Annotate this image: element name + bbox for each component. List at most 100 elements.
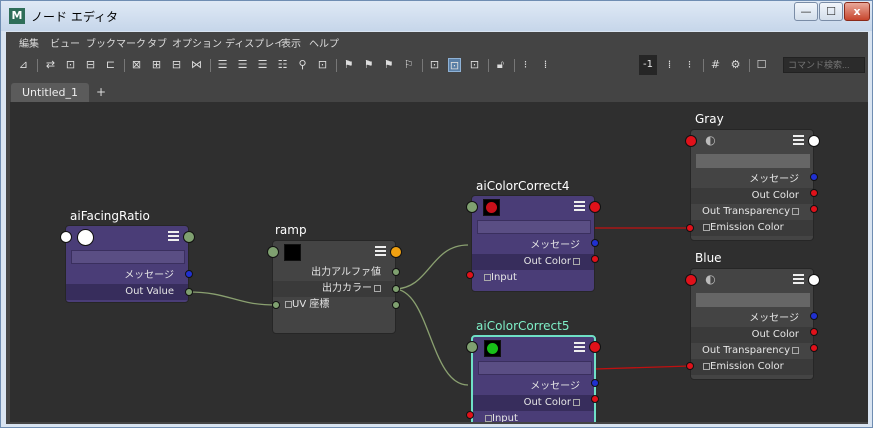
attr-row[interactable]: Emission Color	[691, 359, 813, 375]
attr-row[interactable]: Emission Color	[691, 220, 813, 236]
custom-mode-icon[interactable]: ☷	[276, 58, 289, 72]
node-aiColorCorrect4[interactable]: メッセージ Out Color Input	[471, 195, 595, 292]
attr-row[interactable]: Out Color	[473, 395, 594, 411]
menu-icon[interactable]	[375, 246, 386, 256]
port-out-color[interactable]	[392, 285, 400, 293]
search-icon[interactable]: ⚲	[296, 58, 309, 72]
minimize-button[interactable]: —	[794, 2, 818, 21]
port-input[interactable]	[466, 271, 474, 279]
node-name-field[interactable]	[696, 154, 810, 168]
port-out-alpha[interactable]	[392, 268, 400, 276]
port-in[interactable]	[466, 201, 478, 213]
simple-mode-icon[interactable]: ☰	[216, 58, 229, 72]
menu-view[interactable]: ビュー	[50, 35, 80, 50]
port-in[interactable]	[267, 246, 279, 258]
layout-icon[interactable]: ⋈	[190, 58, 203, 72]
attr-row[interactable]: Out Color	[691, 188, 813, 204]
attr-row[interactable]: 出力アルファ値	[273, 265, 395, 281]
input-output-icon[interactable]: ⇄	[44, 58, 57, 72]
port-message[interactable]	[591, 239, 599, 247]
port-out[interactable]	[390, 246, 402, 258]
command-search-input[interactable]	[783, 57, 865, 73]
node-Gray[interactable]: ◐ メッセージ Out Color Out Transparency Emiss…	[690, 129, 814, 241]
swatch-active-icon[interactable]: ⊡	[448, 58, 461, 72]
attr-row[interactable]: メッセージ	[66, 268, 188, 284]
port-message[interactable]	[591, 379, 599, 387]
node-name-field[interactable]	[478, 361, 592, 375]
menu-display[interactable]: ディスプレイ	[225, 35, 284, 50]
menu-help[interactable]: ヘルプ	[309, 35, 339, 50]
grid-dots-icon[interactable]: ⁞	[539, 58, 552, 72]
menu-icon[interactable]	[574, 201, 585, 211]
port-uv-in[interactable]	[272, 301, 280, 309]
grid-snap-icon[interactable]: ⁝	[519, 58, 532, 72]
attribute-filter-icon[interactable]: ⚙	[729, 58, 742, 72]
expand-icon[interactable]	[573, 257, 580, 265]
port-uv-out[interactable]	[392, 301, 400, 309]
port-in[interactable]	[685, 135, 697, 147]
node-name-field[interactable]	[71, 250, 185, 264]
grid-tight-icon[interactable]: ⁝	[683, 58, 696, 72]
graph-icon[interactable]: ⊿	[17, 58, 30, 72]
expand-icon[interactable]	[485, 414, 492, 422]
expand-icon[interactable]	[285, 300, 292, 308]
menu-bookmark[interactable]: ブックマーク	[86, 35, 146, 50]
add-tab-button[interactable]: +	[94, 83, 108, 102]
attr-row[interactable]: メッセージ	[473, 379, 594, 395]
port-emission-color[interactable]	[686, 362, 694, 370]
expand-icon[interactable]	[374, 284, 381, 292]
menu-options[interactable]: オプション	[172, 35, 222, 50]
swatch-large-icon[interactable]: ⊡	[468, 58, 481, 72]
port-out-color[interactable]	[810, 328, 818, 336]
attr-row[interactable]: Out Value	[66, 284, 188, 300]
expand-icon[interactable]	[484, 273, 491, 281]
port-out-transparency[interactable]	[810, 344, 818, 352]
port-in[interactable]	[466, 341, 478, 353]
port-out-color[interactable]	[591, 395, 599, 403]
port-out[interactable]	[589, 341, 601, 353]
port-message[interactable]	[810, 312, 818, 320]
port-message[interactable]	[185, 270, 193, 278]
port-out-color[interactable]	[810, 189, 818, 197]
menu-tab[interactable]: タブ	[147, 35, 167, 50]
expand-icon[interactable]	[573, 398, 580, 406]
expand-icon[interactable]	[703, 223, 710, 231]
attr-row[interactable]: Out Transparency	[691, 343, 813, 359]
bookmark-remove-icon[interactable]: ⚑	[382, 58, 395, 72]
menu-icon[interactable]	[793, 135, 804, 145]
title-bar[interactable]: M ノード エディタ — ☐ x	[1, 1, 872, 31]
minus-one-button[interactable]: -1	[639, 55, 657, 75]
port-in[interactable]	[685, 274, 697, 286]
menu-icon[interactable]	[168, 231, 179, 241]
expand-icon[interactable]	[703, 362, 710, 370]
node-name-field[interactable]	[477, 220, 591, 234]
port-out[interactable]	[183, 231, 195, 243]
attr-row[interactable]: 出力カラー	[273, 281, 395, 297]
full-mode-icon[interactable]: ☰	[256, 58, 269, 72]
attr-row[interactable]: Out Color	[691, 327, 813, 343]
bookmark-add-icon[interactable]: ⚑	[362, 58, 375, 72]
port-out[interactable]	[808, 274, 820, 286]
port-out-transparency[interactable]	[810, 205, 818, 213]
checkbox-icon[interactable]: ☐	[755, 58, 768, 72]
menu-edit[interactable]: 編集	[19, 35, 39, 50]
node-name-field[interactable]	[696, 293, 810, 307]
close-button[interactable]: x	[844, 2, 870, 21]
lock-icon[interactable]: 🔓︎	[494, 58, 507, 72]
attr-row[interactable]: Input	[473, 411, 594, 422]
grid-icon[interactable]: #	[709, 58, 722, 72]
attr-row[interactable]: UV 座標	[273, 297, 395, 313]
node-aiFacingRatio[interactable]: メッセージ Out Value	[65, 225, 189, 303]
maximize-button[interactable]: ☐	[819, 2, 843, 21]
port-emission-color[interactable]	[686, 224, 694, 232]
bookmark-next-icon[interactable]: ⚐	[402, 58, 415, 72]
port-out-value[interactable]	[185, 288, 193, 296]
frame-selected-icon[interactable]: ⊡	[316, 58, 329, 72]
port-input[interactable]	[466, 411, 474, 419]
attr-row[interactable]: Out Transparency	[691, 204, 813, 220]
swatch-icon[interactable]: ⊡	[428, 58, 441, 72]
grid-spread-icon[interactable]: ⁞	[663, 58, 676, 72]
port-in[interactable]	[60, 231, 72, 243]
menu-icon[interactable]	[793, 274, 804, 284]
attr-row[interactable]: Out Color	[472, 254, 594, 270]
